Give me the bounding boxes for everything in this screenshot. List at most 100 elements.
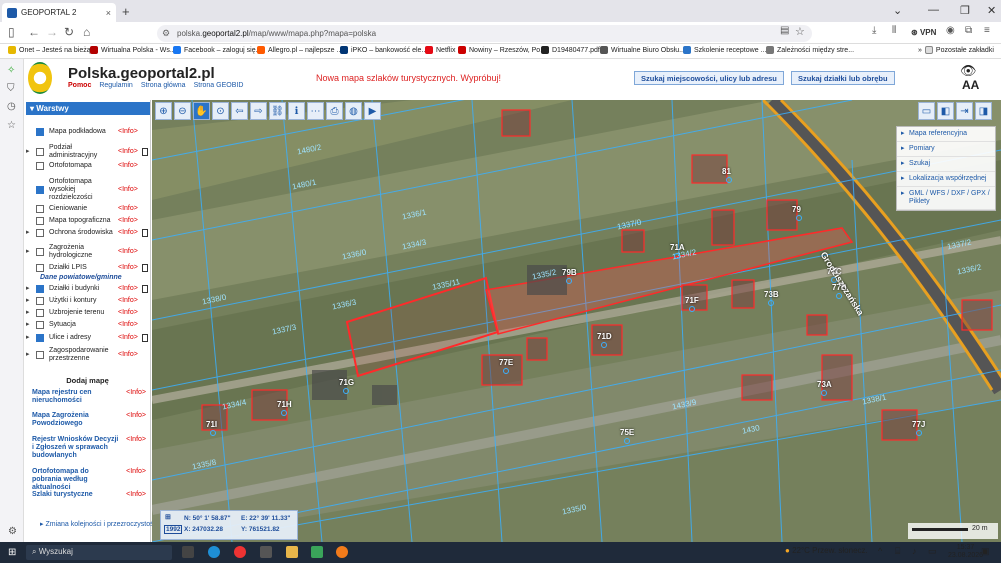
bookmark-item[interactable]: iPKO – bankowość ele...: [340, 46, 427, 54]
forward-arrow-icon[interactable]: →: [46, 25, 58, 39]
add-map-info-link[interactable]: <Info>: [126, 468, 146, 476]
legend-doc-icon[interactable]: [142, 148, 148, 156]
legend-doc-icon[interactable]: [142, 128, 148, 136]
menu-icon[interactable]: ≡: [984, 25, 990, 36]
layer-checkbox[interactable]: [36, 217, 44, 225]
layer-info-link[interactable]: <Info>: [118, 248, 140, 256]
battery-icon[interactable]: ▭: [928, 546, 937, 557]
panel-layout-1-icon[interactable]: ▭: [918, 102, 935, 120]
layer-checkbox[interactable]: [36, 285, 44, 293]
promo-banner[interactable]: Nowa mapa szlaków turystycznych. Wypróbu…: [316, 73, 501, 83]
account-icon[interactable]: ◉: [946, 25, 955, 36]
site-title[interactable]: Polska.geoportal2.pl: [68, 65, 215, 82]
layer-row[interactable]: ▸ Działki i budynki <Info>: [26, 285, 148, 293]
panel-layout-3-icon[interactable]: ◨: [975, 102, 992, 120]
address-bar[interactable]: polska.geoportal2.pl/map/www/mapa.php?ma…: [157, 25, 812, 42]
expand-chevron-icon[interactable]: ▸: [26, 248, 36, 256]
bookmark-item[interactable]: Netflix: [425, 46, 455, 54]
legend-doc-icon[interactable]: [142, 351, 148, 359]
map-menu-item[interactable]: Mapa referencyjna: [897, 127, 995, 142]
vpn-button[interactable]: ⊛ VPN: [911, 28, 936, 37]
layer-info-link[interactable]: <Info>: [118, 297, 140, 305]
tab-close-icon[interactable]: ×: [106, 8, 111, 18]
legend-doc-icon[interactable]: [142, 285, 148, 293]
layer-info-link[interactable]: <Info>: [118, 264, 140, 272]
layer-info-link[interactable]: <Info>: [118, 285, 140, 293]
zoom-extent-icon[interactable]: ⊙: [212, 102, 229, 120]
expand-chevron-icon[interactable]: ▸: [26, 321, 36, 329]
layer-checkbox[interactable]: [36, 128, 44, 136]
layer-row[interactable]: Ortofotomapa <Info>: [26, 162, 148, 170]
sidebar-toggle-icon[interactable]: ▯: [8, 25, 15, 39]
history-icon[interactable]: ◷: [7, 101, 16, 112]
legend-doc-icon[interactable]: [142, 162, 148, 170]
layer-row[interactable]: ▸ Zagospodarowanie przestrzenne <Info>: [26, 347, 148, 363]
geobid-logo[interactable]: [28, 62, 52, 94]
layer-row[interactable]: Cieniowanie <Info>: [26, 205, 148, 213]
layer-row[interactable]: ▸ Zagrożenia hydrologiczne <Info>: [26, 244, 148, 260]
zoom-out-icon[interactable]: ⊖: [174, 102, 191, 120]
legend-doc-icon[interactable]: [142, 321, 148, 329]
layers-panel-title[interactable]: ▾ Warstwy: [26, 102, 150, 115]
layer-row[interactable]: ▸ Podział administracyjny <Info>: [26, 144, 148, 160]
layer-row[interactable]: Mapa podkładowa <Info>: [26, 128, 148, 136]
panel-layout-2-icon[interactable]: ◧: [937, 102, 954, 120]
notifications-icon[interactable]: ▣: [981, 546, 990, 557]
terms-link[interactable]: Regulamin: [99, 82, 132, 89]
layer-checkbox[interactable]: [36, 186, 44, 194]
layer-row[interactable]: ▸ Sytuacja <Info>: [26, 321, 148, 329]
add-map-info-link[interactable]: <Info>: [126, 389, 146, 397]
bookmark-item[interactable]: Szkolenie receptowe ...: [683, 46, 766, 54]
expand-chevron-icon[interactable]: ▸: [26, 285, 36, 293]
layer-info-link[interactable]: <Info>: [118, 217, 140, 225]
layer-checkbox[interactable]: [36, 321, 44, 329]
bookmark-item[interactable]: Zależności między stre...: [766, 46, 854, 54]
add-map-item[interactable]: Mapa rejestru cen nieruchomości <Info>: [32, 389, 148, 405]
print-icon[interactable]: ⎙: [326, 102, 343, 120]
layer-info-link[interactable]: <Info>: [118, 229, 140, 237]
bookmarks-icon[interactable]: ⛉: [7, 83, 15, 94]
help-link[interactable]: Pomoc: [68, 82, 91, 89]
bookmark-item[interactable]: Wirtualne Biuro Obsłu...: [600, 46, 685, 54]
legend-doc-icon[interactable]: [142, 248, 148, 256]
info-icon[interactable]: ℹ: [288, 102, 305, 120]
volume-icon[interactable]: ♪: [912, 546, 917, 556]
sidebar-settings-icon[interactable]: ⚙: [8, 526, 17, 537]
search-address-button[interactable]: Szukaj miejscowości, ulicy lub adresu: [634, 71, 784, 85]
next-view-icon[interactable]: ⇨: [250, 102, 267, 120]
expand-chevron-icon[interactable]: ▸: [26, 309, 36, 317]
add-map-item[interactable]: Ortofotomapa do pobrania według aktualno…: [32, 468, 148, 492]
tab-list-chevron-icon[interactable]: ⌄: [893, 4, 902, 17]
globe-icon[interactable]: ◍: [345, 102, 362, 120]
layer-checkbox[interactable]: [36, 205, 44, 213]
legend-doc-icon[interactable]: [142, 309, 148, 317]
layer-info-link[interactable]: <Info>: [118, 205, 140, 213]
map-view[interactable]: 1480/2 1480/1 1336/1 1336/0 1336/3 1335/11 133…: [152, 100, 1001, 542]
legend-doc-icon[interactable]: [142, 186, 148, 194]
orthophoto-map[interactable]: [152, 100, 1001, 542]
legend-doc-icon[interactable]: [142, 297, 148, 305]
layer-checkbox[interactable]: [36, 297, 44, 305]
edge-icon[interactable]: [208, 546, 220, 558]
layer-row[interactable]: ▸ Uzbrojenie terenu <Info>: [26, 309, 148, 317]
new-tab-button[interactable]: +: [122, 4, 130, 19]
layer-checkbox[interactable]: [36, 264, 44, 272]
bookmark-item[interactable]: Onet – Jesteś na bieżą...: [8, 46, 96, 54]
layer-row[interactable]: Działki LPIS <Info>: [26, 264, 148, 272]
expand-chevron-icon[interactable]: ▸: [26, 229, 36, 237]
legend-doc-icon[interactable]: [142, 264, 148, 272]
layer-checkbox[interactable]: [36, 334, 44, 342]
expand-chevron-icon[interactable]: ▸: [26, 297, 36, 305]
site-info-icon[interactable]: ⚙: [162, 28, 170, 39]
bookmark-star-icon[interactable]: ☆: [795, 25, 805, 38]
back-arrow-icon[interactable]: ←: [28, 25, 40, 39]
ai-assistant-icon[interactable]: ✧: [7, 65, 15, 76]
camera-icon[interactable]: ▶: [364, 102, 381, 120]
reorder-layers-link[interactable]: ▸ Zmiana kolejności i przezroczystości: [40, 521, 159, 529]
downloads-icon[interactable]: ⤓: [872, 25, 876, 36]
tray-chevron-icon[interactable]: ^: [878, 546, 882, 556]
bookmark-item[interactable]: Wirtualna Polska - Ws...: [90, 46, 176, 54]
widgets-icon[interactable]: [260, 546, 272, 558]
zoom-in-icon[interactable]: ⊕: [155, 102, 172, 120]
bookmark-item[interactable]: Allegro.pl – najlepsze ...: [257, 46, 342, 54]
